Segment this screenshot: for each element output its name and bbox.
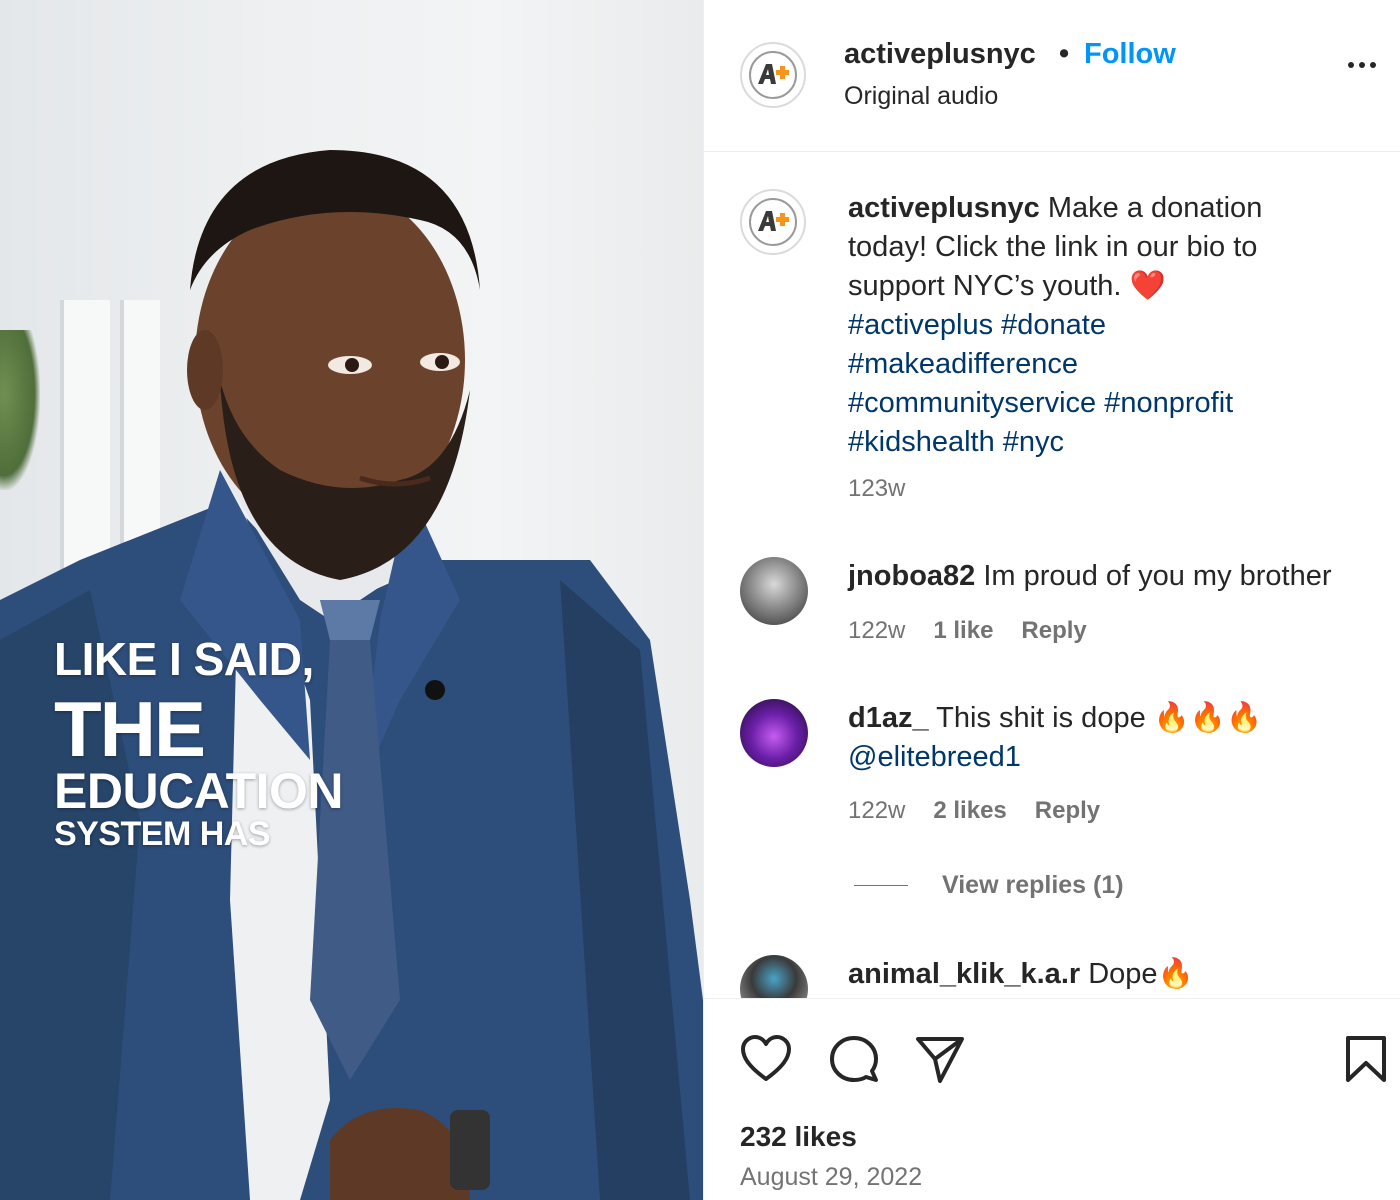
- reply-button[interactable]: Reply: [1021, 617, 1086, 645]
- caption-line-1: LIKE I SAID,: [54, 633, 314, 685]
- bookmark-icon[interactable]: [1344, 1035, 1388, 1083]
- comment-text: Im proud of you my brother: [983, 560, 1332, 592]
- header-username[interactable]: activeplusnyc: [844, 38, 1036, 71]
- comment-likes[interactable]: 2 likes: [933, 797, 1006, 825]
- reply-button[interactable]: Reply: [1035, 797, 1100, 825]
- audio-label[interactable]: Original audio: [844, 82, 998, 111]
- comment-icon[interactable]: [828, 1035, 880, 1083]
- caption-username[interactable]: activeplusnyc: [848, 192, 1040, 224]
- caption-line-3: EDUCATION: [54, 763, 344, 819]
- caption-hashtags[interactable]: #activeplus #donate #makeadifference #co…: [848, 309, 1233, 458]
- comment-timestamp[interactable]: 122w: [848, 797, 905, 825]
- comment-likes[interactable]: 1 like: [933, 617, 993, 645]
- active-plus-logo-icon: [749, 198, 797, 246]
- account-avatar[interactable]: [740, 42, 806, 108]
- replies-line: [854, 885, 908, 886]
- commenter-avatar[interactable]: [740, 699, 808, 767]
- view-replies-label: View replies (1): [942, 871, 1124, 899]
- comment-body: jnoboa82 Im proud of you my brother: [848, 557, 1388, 596]
- caption-timestamp[interactable]: 123w: [848, 475, 905, 503]
- heart-icon[interactable]: [740, 1035, 792, 1083]
- comment-body: animal_klik_k.a.r Dope🔥: [848, 955, 1388, 994]
- more-options-icon[interactable]: [1348, 62, 1376, 68]
- comment-meta: 122w 2 likes Reply: [848, 797, 1100, 825]
- follow-button[interactable]: Follow: [1084, 38, 1176, 71]
- post-actions-footer: 232 likes August 29, 2022: [704, 998, 1400, 1200]
- comment-meta: 122w 1 like Reply: [848, 617, 1087, 645]
- share-icon[interactable]: [914, 1035, 966, 1083]
- man-in-suit-image: [0, 150, 703, 1200]
- comment-username[interactable]: d1az_: [848, 702, 929, 734]
- caption-body: activeplusnyc Make a donation today! Cli…: [848, 189, 1318, 462]
- comment-username[interactable]: jnoboa82: [848, 560, 975, 592]
- comment-mention[interactable]: @elitebreed1: [848, 741, 1021, 773]
- commenter-avatar[interactable]: [740, 955, 808, 998]
- caption-avatar[interactable]: [740, 189, 806, 255]
- comments-list[interactable]: activeplusnyc Make a donation today! Cli…: [704, 153, 1400, 998]
- comment-text: This shit is dope 🔥🔥🔥: [936, 702, 1263, 734]
- view-replies-button[interactable]: View replies (1): [854, 871, 1124, 900]
- active-plus-logo-icon: [749, 51, 797, 99]
- commenter-avatar[interactable]: [740, 557, 808, 625]
- post-details-panel: activeplusnyc • Follow Original audio ac…: [703, 0, 1400, 1200]
- comment-username[interactable]: animal_klik_k.a.r: [848, 958, 1080, 990]
- likes-count[interactable]: 232 likes: [740, 1121, 857, 1153]
- comment-body: d1az_ This shit is dope 🔥🔥🔥 @elitebreed1: [848, 699, 1328, 777]
- post-date[interactable]: August 29, 2022: [740, 1163, 922, 1192]
- post-video[interactable]: LIKE I SAID, THE EDUCATION SYSTEM HAS: [0, 0, 703, 1200]
- comment-timestamp[interactable]: 122w: [848, 617, 905, 645]
- caption-line-4: SYSTEM HAS: [54, 815, 271, 853]
- comment-text: Dope🔥: [1088, 958, 1194, 990]
- separator-dot: •: [1059, 38, 1070, 70]
- post-header: activeplusnyc • Follow Original audio: [704, 0, 1400, 152]
